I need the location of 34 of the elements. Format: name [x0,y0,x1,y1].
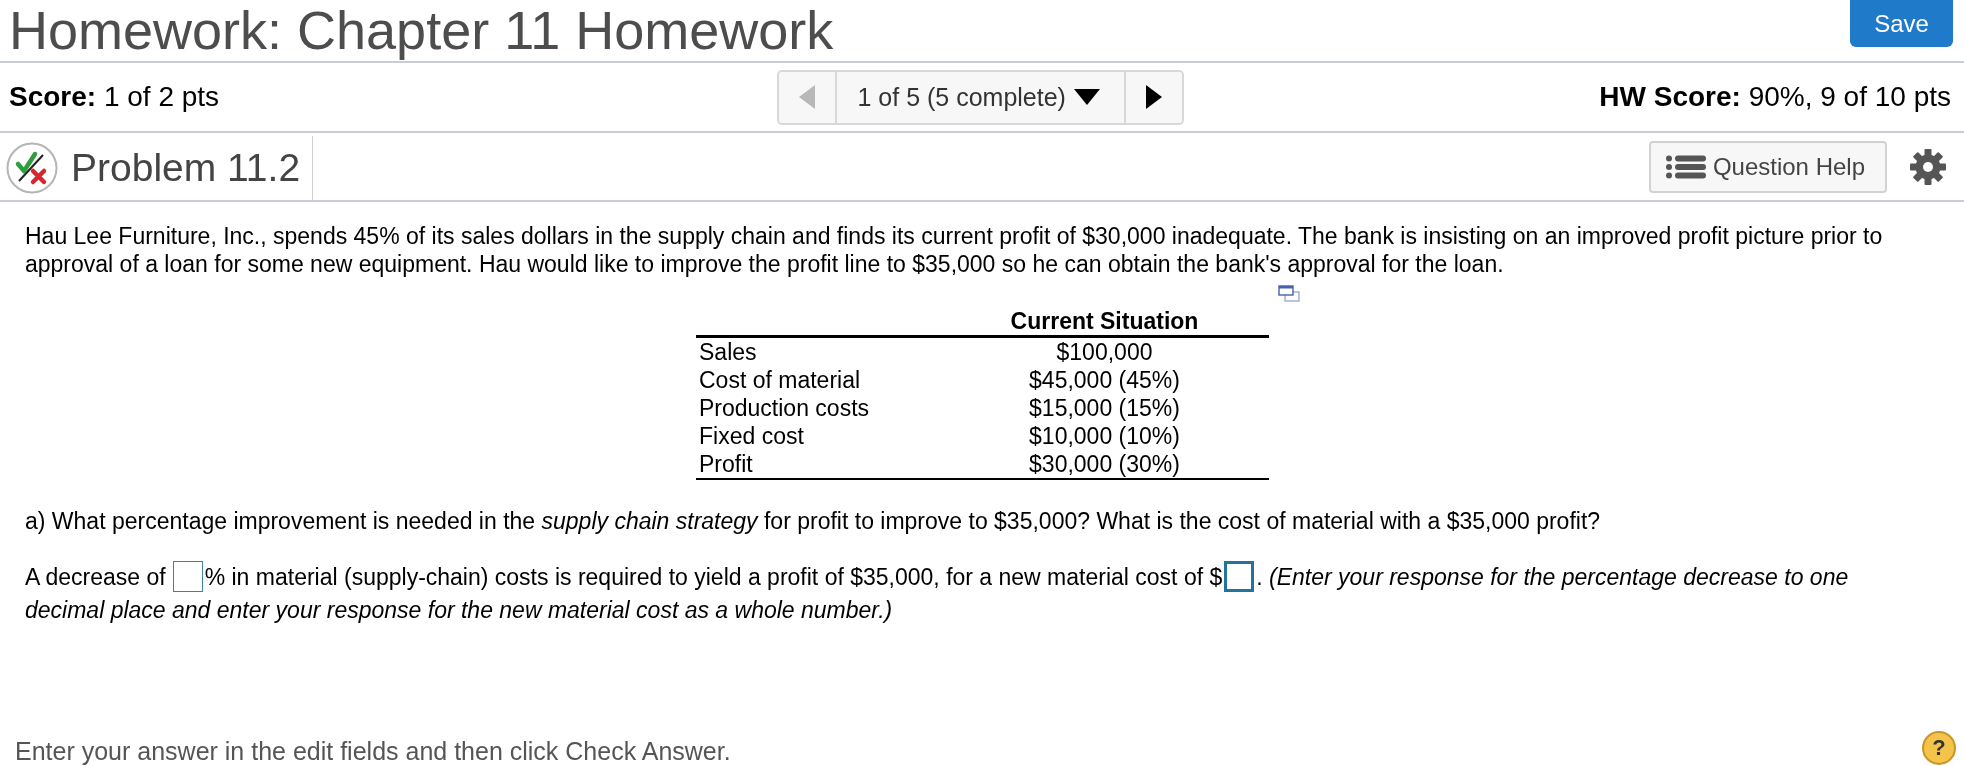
answer-box[interactable] [172,561,203,593]
question-help-button[interactable]: Question Help [1648,140,1887,193]
problem-text: Hau Lee Furniture, Inc., spends 45% of its sales dollars in the supply chain and finds its current profit of $30,000 inadequate. The bank is insisting on an improved profit picture prior to approval of a loan for some new equipment. Hau would like to improve the profit line to $35,000 so he can obtain the bank's approval for the loan. [25,222,1884,278]
row-label: Profit [696,450,940,479]
page-title: Homework: Chapter 11 Homework [9,0,834,61]
row-label: Fixed cost [698,422,805,450]
answer-note: decimal place and enter your response for the new material cost as a whole number.) [25,597,893,623]
row-value: $45,000 (45%) [1028,366,1181,394]
save-button[interactable]: Save [1850,0,1953,47]
column-header: Current Situation [940,307,1269,337]
row-label: Sales [696,336,940,366]
check-cross-icon [6,142,58,194]
answer-text: % in material (supply-chain) costs is required to yield a profit of $35,000, for a new material cost of $ [204,564,1223,590]
left-triangle-icon [798,85,815,109]
list-icon [1665,154,1706,179]
right-triangle-icon [1145,85,1162,109]
overlapping-windows-icon[interactable] [1278,285,1300,302]
row-label: Cost of material [698,366,862,394]
hw-score-text: HW Score: 90%, 9 of 10 pts [1599,81,1951,113]
row-value: $15,000 (15%) [1028,394,1181,422]
row-value: $10,000 (10%) [1028,422,1181,450]
question-text: a) What percentage improvement is needed in the supply chain strategy for profit to improve to $35,000? What is the cost of material with a $35,000 profit? [25,507,1602,535]
row-value: $100,000 [940,336,1269,366]
answer-text: . (Enter your response for the percentage decrease to one [1256,564,1849,590]
caret-icon [1073,89,1100,105]
row-label: Production costs [698,394,871,422]
problem-title: Problem 11.2 [71,146,301,190]
settings-icon[interactable] [1910,148,1946,185]
answer-text: A decrease of [25,564,166,590]
instruction-text: Enter your answer in the edit fields and then click Check Answer. [15,737,731,765]
score-text: Score: 1 of 2 pts [9,81,220,113]
help-button[interactable]: ? [1922,731,1956,765]
row-value: $30,000 (30%) [940,450,1269,479]
answer-box[interactable] [1224,561,1255,593]
